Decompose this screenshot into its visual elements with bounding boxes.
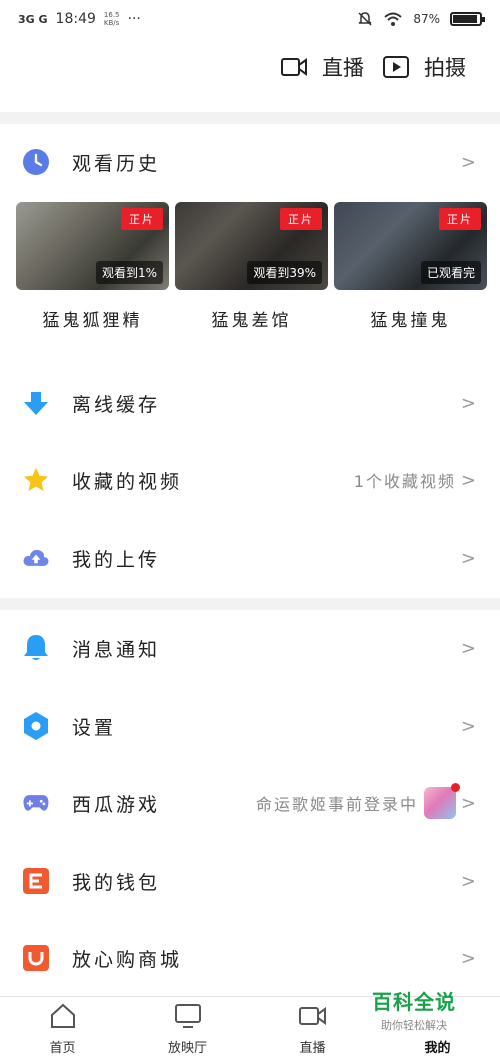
chevron-right-icon: > bbox=[460, 469, 476, 491]
download-arrow-icon bbox=[22, 389, 50, 417]
settings-label: 设置 bbox=[72, 716, 117, 739]
chevron-right-icon: > bbox=[460, 637, 476, 659]
battery-percent: 87% bbox=[413, 12, 440, 26]
video-title: 猛鬼差馆 bbox=[211, 311, 292, 331]
history-card[interactable]: 正片 观看到39% 猛鬼差馆 bbox=[175, 202, 328, 331]
play-box-icon bbox=[383, 56, 409, 78]
favorites-row[interactable]: 收藏的视频 1个收藏视频 > bbox=[0, 448, 500, 512]
live-button[interactable]: 直播 bbox=[280, 52, 364, 82]
mall-row[interactable]: 放心购商城 > bbox=[0, 926, 500, 990]
feature-badge: 正片 bbox=[121, 208, 163, 230]
mall-label: 放心购商城 bbox=[72, 948, 183, 971]
tab-live[interactable]: 直播 bbox=[250, 997, 375, 1057]
upload-label: 我的上传 bbox=[72, 548, 161, 571]
chevron-right-icon: > bbox=[460, 870, 476, 892]
tab-home[interactable]: 首页 bbox=[0, 997, 125, 1057]
watch-progress: 已观看完 bbox=[420, 261, 481, 284]
more-notifications: ··· bbox=[127, 11, 141, 27]
chevron-right-icon: > bbox=[460, 715, 476, 737]
history-card[interactable]: 正片 已观看完 猛鬼撞鬼 bbox=[334, 202, 487, 331]
chevron-right-icon: > bbox=[460, 547, 476, 569]
shopping-bag-icon bbox=[22, 944, 50, 972]
history-card[interactable]: 正片 观看到1% 猛鬼狐狸精 bbox=[16, 202, 169, 331]
favorites-label: 收藏的视频 bbox=[72, 470, 183, 493]
feature-badge: 正片 bbox=[439, 208, 481, 230]
video-thumbnail: 正片 观看到1% bbox=[16, 202, 169, 290]
wallet-icon bbox=[22, 867, 50, 895]
upload-row[interactable]: 我的上传 > bbox=[0, 526, 500, 590]
game-avatar bbox=[424, 783, 460, 819]
chevron-right-icon: > bbox=[460, 151, 476, 173]
clock: 18:49 bbox=[55, 11, 96, 27]
watermark-logo: 百科全说 助你轻松解决 bbox=[372, 986, 456, 1033]
watch-progress: 观看到1% bbox=[95, 261, 163, 284]
status-bar: 3G G 18:49 16.5 KB/s ··· 87% bbox=[0, 0, 500, 38]
tab-home-label: 首页 bbox=[49, 1041, 76, 1056]
settings-row[interactable]: 设置 > bbox=[0, 694, 500, 758]
watermark-subtitle: 助你轻松解决 bbox=[381, 1019, 447, 1032]
cloud-upload-icon bbox=[22, 544, 50, 572]
offline-cache-label: 离线缓存 bbox=[72, 393, 161, 416]
signal-indicator: 3G G bbox=[18, 12, 48, 26]
tab-mine-label: 我的 bbox=[424, 1041, 451, 1056]
video-title: 猛鬼撞鬼 bbox=[370, 311, 451, 331]
messages-label: 消息通知 bbox=[72, 638, 161, 661]
chevron-right-icon: > bbox=[460, 792, 476, 814]
favorites-count: 1个收藏视频 bbox=[353, 472, 456, 491]
wallet-label: 我的钱包 bbox=[72, 871, 161, 894]
feature-badge: 正片 bbox=[280, 208, 322, 230]
section-divider bbox=[0, 598, 500, 610]
live-label: 直播 bbox=[322, 56, 364, 80]
clock-icon bbox=[22, 148, 50, 176]
notification-dot bbox=[451, 783, 460, 792]
shoot-button[interactable]: 拍摄 bbox=[382, 52, 466, 82]
shoot-label: 拍摄 bbox=[424, 56, 466, 80]
tab-live-label: 直播 bbox=[299, 1041, 326, 1056]
watch-history-label: 观看历史 bbox=[72, 152, 161, 175]
watch-progress: 观看到39% bbox=[247, 261, 322, 284]
video-camera-icon bbox=[281, 58, 307, 76]
bell-icon bbox=[22, 634, 50, 662]
messages-row[interactable]: 消息通知 > bbox=[0, 616, 500, 680]
tab-theater[interactable]: 放映厅 bbox=[125, 997, 250, 1057]
home-icon bbox=[50, 1003, 75, 1028]
settings-hexagon-icon bbox=[22, 712, 50, 740]
watch-history-row[interactable]: 观看历史 > bbox=[0, 130, 500, 194]
gamepad-icon bbox=[22, 789, 50, 817]
top-actions: 直播 拍摄 bbox=[280, 52, 466, 82]
battery-icon bbox=[450, 12, 485, 26]
history-cards: 正片 观看到1% 猛鬼狐狸精 正片 观看到39% 猛鬼差馆 正片 已观看完 猛鬼… bbox=[16, 202, 487, 331]
chevron-right-icon: > bbox=[460, 392, 476, 414]
chevron-right-icon: > bbox=[460, 947, 476, 969]
offline-cache-row[interactable]: 离线缓存 > bbox=[0, 371, 500, 435]
star-icon bbox=[22, 466, 50, 494]
network-speed: 16.5 KB/s bbox=[103, 11, 120, 27]
games-label: 西瓜游戏 bbox=[72, 793, 161, 816]
watermark-title: 百科全说 bbox=[372, 990, 456, 1014]
video-thumbnail: 正片 观看到39% bbox=[175, 202, 328, 290]
video-camera-icon bbox=[298, 1007, 326, 1025]
section-divider bbox=[0, 112, 500, 124]
video-thumbnail: 正片 已观看完 bbox=[334, 202, 487, 290]
wallet-row[interactable]: 我的钱包 > bbox=[0, 849, 500, 913]
tab-theater-label: 放映厅 bbox=[167, 1041, 207, 1056]
wifi-icon bbox=[384, 12, 402, 26]
mute-bell-icon bbox=[358, 12, 372, 26]
games-promo-text: 命运歌姬事前登录中 bbox=[255, 795, 418, 814]
games-row[interactable]: 西瓜游戏 命运歌姬事前登录中 > bbox=[0, 771, 500, 835]
tv-icon bbox=[174, 1004, 201, 1028]
video-title: 猛鬼狐狸精 bbox=[42, 311, 143, 331]
